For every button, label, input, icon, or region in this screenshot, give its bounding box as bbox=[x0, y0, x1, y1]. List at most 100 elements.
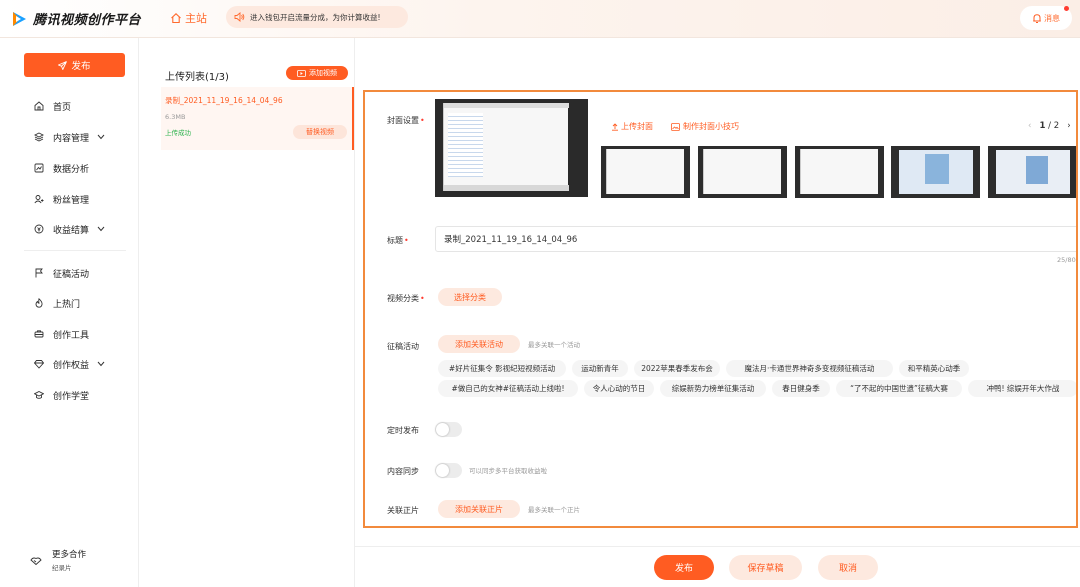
cover-preview-image[interactable] bbox=[435, 99, 588, 197]
video-file-name: 录制_2021_11_19_16_14_04_96 bbox=[165, 96, 283, 105]
upload-status: 上传成功 bbox=[165, 129, 191, 137]
upload-cover-label: 上传封面 bbox=[621, 122, 653, 131]
home-link[interactable]: 主站 bbox=[170, 10, 207, 26]
cover-candidate-thumb[interactable] bbox=[601, 146, 690, 198]
sidebar-item-analytics[interactable]: 数据分析 bbox=[0, 158, 139, 178]
publish-button[interactable]: 发布 bbox=[24, 53, 125, 77]
flag-icon bbox=[34, 268, 44, 278]
related-label: 关联正片 bbox=[387, 506, 419, 515]
unread-dot bbox=[1064, 6, 1069, 11]
notice-text: 进入钱包开启流量分成，为你计算收益! bbox=[250, 12, 381, 22]
sidebar-item-rights[interactable]: 创作权益 bbox=[0, 354, 139, 374]
notice-banner[interactable]: 进入钱包开启流量分成，为你计算收益! bbox=[226, 6, 408, 28]
activity-tag[interactable]: 魔法月·卡通世界神奇多变视频征稿活动 bbox=[726, 360, 893, 377]
sidebar-divider bbox=[24, 250, 126, 251]
cover-candidate-thumb[interactable] bbox=[988, 146, 1076, 198]
handshake-icon bbox=[30, 557, 42, 566]
speaker-icon bbox=[234, 12, 245, 22]
activity-tag[interactable]: #好片征集令 影视纪短视频活动 bbox=[438, 360, 566, 377]
bell-icon bbox=[1033, 13, 1041, 23]
activity-label: 征稿活动 bbox=[387, 342, 419, 351]
home-outline-icon bbox=[171, 13, 181, 24]
home-label: 主站 bbox=[185, 12, 207, 25]
tools-icon bbox=[34, 329, 44, 339]
sidebar-item-label: 征稿活动 bbox=[53, 269, 90, 280]
cover-candidate-thumb[interactable] bbox=[891, 146, 980, 198]
chart-icon bbox=[34, 163, 44, 173]
app-title: 腾讯视频创作平台 bbox=[33, 13, 142, 28]
layers-icon bbox=[34, 132, 44, 142]
send-icon bbox=[58, 60, 68, 70]
title-input[interactable]: 录制_2021_11_19_16_14_04_96 bbox=[435, 226, 1076, 252]
cover-candidate-thumb[interactable] bbox=[795, 146, 884, 198]
add-activity-button[interactable]: 添加关联活动 bbox=[438, 335, 520, 353]
footer-bar bbox=[355, 546, 1080, 587]
cover-tips-link[interactable]: 制作封面小技巧 bbox=[671, 121, 739, 132]
cover-candidate-thumb[interactable] bbox=[698, 146, 787, 198]
upload-cover-button[interactable]: 上传封面 bbox=[611, 121, 653, 132]
message-button[interactable]: 消息 bbox=[1020, 6, 1072, 30]
more-cooperation-subtitle: 纪录片 bbox=[52, 564, 72, 572]
sidebar-item-label: 上热门 bbox=[53, 299, 81, 310]
pager-total: / 2 bbox=[1048, 121, 1060, 131]
more-cooperation[interactable]: 更多合作 纪录片 bbox=[30, 548, 86, 572]
activity-tag[interactable]: #做自己的女神#征稿活动上线啦! bbox=[438, 380, 578, 397]
chevron-down-icon bbox=[97, 361, 105, 367]
sidebar-item-label: 创作权益 bbox=[53, 360, 90, 371]
activity-tag[interactable]: 2022苹果春季发布会 bbox=[634, 360, 720, 377]
cover-label: 封面设置• bbox=[387, 116, 425, 125]
cancel-button[interactable]: 取消 bbox=[818, 555, 878, 580]
cover-pager: ‹ 1 / 2 › bbox=[1028, 121, 1071, 131]
sidebar-item-earnings[interactable]: 收益结算 bbox=[0, 219, 139, 239]
sidebar-item-activities[interactable]: 征稿活动 bbox=[0, 263, 139, 283]
related-hint: 最多关联一个正片 bbox=[528, 506, 580, 514]
upload-list-panel: 上传列表(1/3) 添加视频 录制_2021_11_19_16_14_04_96… bbox=[139, 38, 355, 587]
cover-screenshot bbox=[443, 103, 569, 191]
sync-hint: 可以同步多平台获取收益啦 bbox=[469, 467, 547, 475]
activity-tag[interactable]: “了不起的中国世遗”征稿大赛 bbox=[836, 380, 962, 397]
replace-video-button[interactable]: 替换视频 bbox=[293, 125, 347, 139]
fire-icon bbox=[34, 298, 44, 308]
graduation-icon bbox=[34, 390, 44, 400]
more-cooperation-title: 更多合作 bbox=[52, 550, 87, 560]
pager-current: 1 bbox=[1039, 121, 1046, 131]
sidebar-item-trending[interactable]: 上热门 bbox=[0, 293, 139, 313]
activity-tag[interactable]: 综娱新势力榜单征集活动 bbox=[660, 380, 766, 397]
select-category-button[interactable]: 选择分类 bbox=[438, 288, 502, 306]
cover-tips-label: 制作封面小技巧 bbox=[683, 122, 739, 131]
activity-tag[interactable]: 冲鸭! 综娱开年大作战 bbox=[968, 380, 1076, 397]
activity-tag[interactable]: 春日健身季 bbox=[772, 380, 830, 397]
upload-list-item[interactable]: 录制_2021_11_19_16_14_04_96 6.3MB 上传成功 替换视… bbox=[161, 87, 354, 150]
upload-list-title: 上传列表(1/3) bbox=[165, 72, 229, 83]
sidebar-item-academy[interactable]: 创作学堂 bbox=[0, 385, 139, 405]
title-char-counter: 25/80 bbox=[1057, 256, 1076, 264]
sidebar-item-label: 首页 bbox=[53, 102, 72, 113]
video-edit-form: 封面设置• 上传封面 制作封面小技巧 ‹ 1 / 2 › 标题• 录制_2021… bbox=[363, 90, 1078, 528]
sidebar-item-label: 粉丝管理 bbox=[53, 195, 90, 206]
app-logo[interactable]: 腾讯视频创作平台 bbox=[10, 9, 141, 28]
schedule-toggle[interactable] bbox=[435, 422, 462, 437]
diamond-icon bbox=[34, 359, 44, 369]
sidebar-item-content[interactable]: 内容管理 bbox=[0, 127, 139, 147]
activity-tag[interactable]: 运动新青年 bbox=[572, 360, 628, 377]
activity-tag[interactable]: 令人心动的节日 bbox=[584, 380, 654, 397]
sidebar-item-fans[interactable]: 粉丝管理 bbox=[0, 189, 139, 209]
fans-icon bbox=[34, 194, 44, 204]
footer-publish-button[interactable]: 发布 bbox=[654, 555, 714, 580]
sidebar-item-label: 创作工具 bbox=[53, 330, 90, 341]
add-related-button[interactable]: 添加关联正片 bbox=[438, 500, 520, 518]
activity-tag[interactable]: 和平精英心动季 bbox=[899, 360, 969, 377]
video-icon bbox=[297, 69, 306, 77]
sync-label: 内容同步 bbox=[387, 467, 419, 476]
sidebar-item-label: 内容管理 bbox=[53, 133, 90, 144]
chevron-down-icon bbox=[97, 226, 105, 232]
prev-page-icon[interactable]: ‹ bbox=[1028, 121, 1031, 131]
next-page-icon[interactable]: › bbox=[1067, 121, 1070, 131]
save-draft-button[interactable]: 保存草稿 bbox=[729, 555, 802, 580]
sync-toggle[interactable] bbox=[435, 463, 462, 478]
upload-icon bbox=[612, 122, 618, 131]
sidebar-item-tools[interactable]: 创作工具 bbox=[0, 324, 139, 344]
add-video-button[interactable]: 添加视频 bbox=[286, 66, 348, 80]
sidebar-item-label: 收益结算 bbox=[53, 225, 90, 236]
sidebar-item-home[interactable]: 首页 bbox=[0, 96, 139, 116]
